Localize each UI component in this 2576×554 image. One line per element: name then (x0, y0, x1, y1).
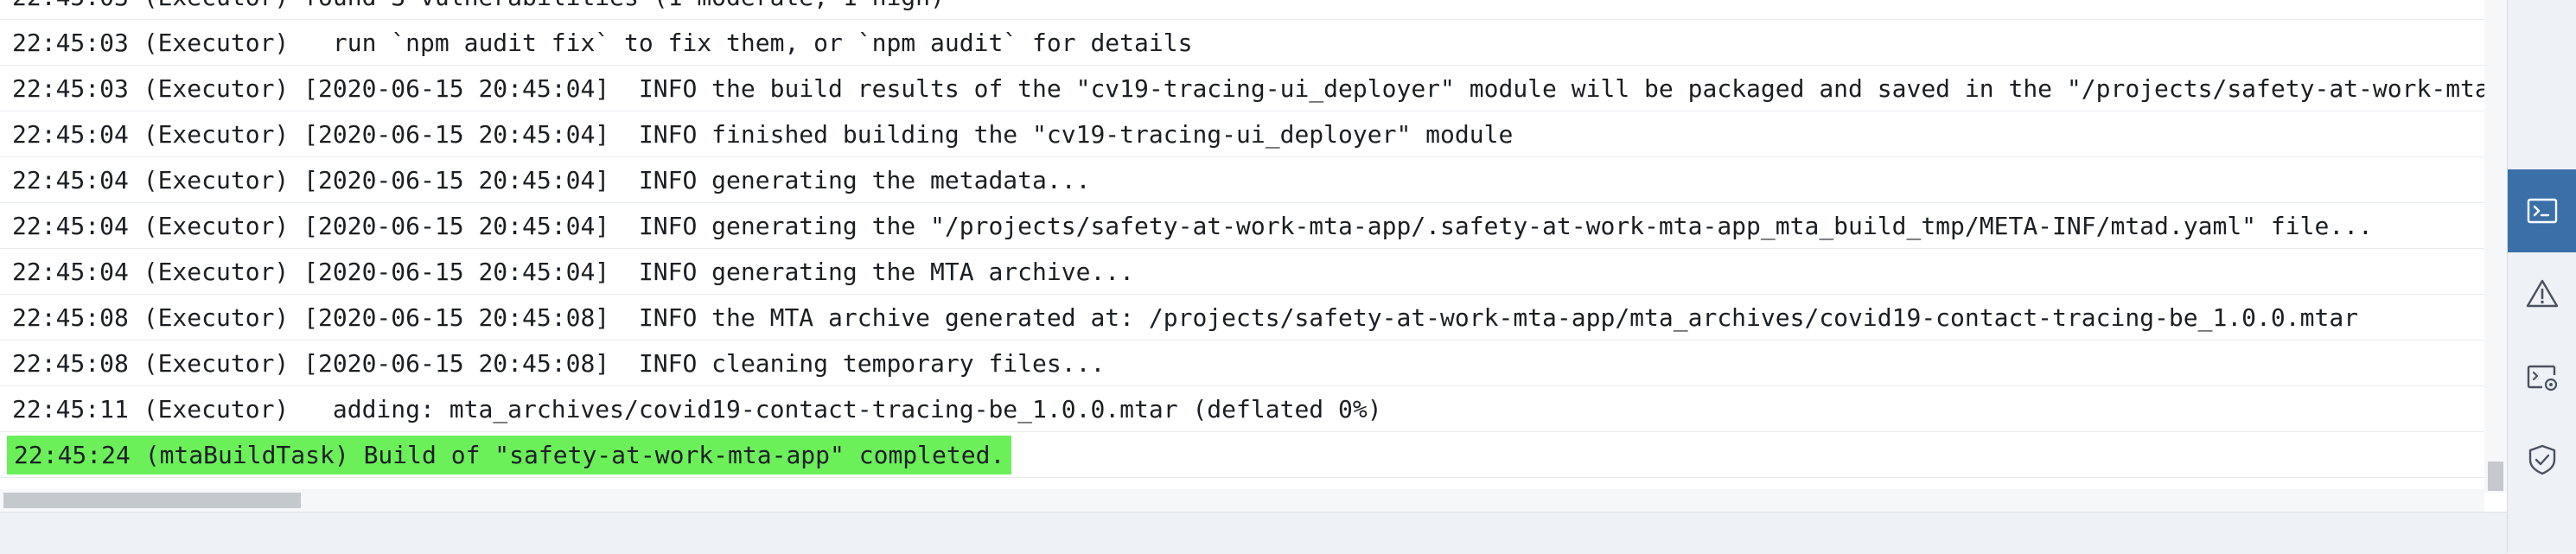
right-activity-bar (2507, 0, 2576, 553)
console-line: 22:45:08 (Executor) [2020-06-15 20:45:08… (0, 341, 2484, 386)
console-line-text: 22:45:03 (Executor) run `npm audit fix` … (12, 29, 1193, 57)
debug-console-button[interactable] (2508, 335, 2576, 418)
debug-console-icon (2527, 365, 2558, 392)
panel-bottom-strip (0, 512, 2507, 554)
build-completed-text: 22:45:24 (mtaBuildTask) Build of "safety… (7, 436, 1012, 474)
shield-check-icon (2528, 444, 2556, 475)
console-line-text: 22:45:03 (Executor) [2020-06-15 20:45:04… (12, 74, 2507, 103)
console-line: 22:45:03 (Executor) found 3 vulnerabilit… (0, 0, 2484, 20)
console-line-text: 22:45:04 (Executor) [2020-06-15 20:45:04… (12, 120, 1514, 149)
console-line-text: 22:45:11 (Executor) adding: mta_archives… (12, 395, 1382, 423)
output-panel-button[interactable] (2508, 169, 2576, 252)
horizontal-scrollbar[interactable] (0, 489, 2484, 512)
console-line-text: 22:45:03 (Executor) found 3 vulnerabilit… (12, 0, 945, 15)
problems-button[interactable] (2508, 252, 2576, 335)
console-lines: 22:45:03 (Executor) found 3 vulnerabilit… (0, 0, 2507, 478)
console-line-text: 22:45:04 (Executor) [2020-06-15 20:45:04… (12, 166, 1091, 194)
console-line: 22:45:08 (Executor) [2020-06-15 20:45:08… (0, 295, 2484, 341)
vertical-scrollbar-thumb[interactable] (2488, 462, 2503, 491)
vertical-scrollbar[interactable] (2484, 0, 2507, 493)
console-line-text: 22:45:08 (Executor) [2020-06-15 20:45:08… (12, 349, 1106, 378)
warning-icon (2526, 279, 2559, 308)
output-console: 22:45:03 (Executor) found 3 vulnerabilit… (0, 0, 2507, 512)
console-line-text: 22:45:04 (Executor) [2020-06-15 20:45:04… (12, 212, 2373, 240)
console-line: 22:45:04 (Executor) [2020-06-15 20:45:04… (0, 157, 2484, 203)
console-line-text: 22:45:08 (Executor) [2020-06-15 20:45:08… (12, 303, 2359, 332)
build-completed-line: 22:45:24 (mtaBuildTask) Build of "safety… (0, 432, 2484, 478)
security-button[interactable] (2508, 418, 2576, 501)
console-line: 22:45:11 (Executor) adding: mta_archives… (0, 386, 2484, 432)
console-line: 22:45:04 (Executor) [2020-06-15 20:45:04… (0, 203, 2484, 249)
console-line: 22:45:04 (Executor) [2020-06-15 20:45:04… (0, 249, 2484, 295)
console-line-text: 22:45:04 (Executor) [2020-06-15 20:45:04… (12, 258, 1135, 286)
console-line: 22:45:03 (Executor) [2020-06-15 20:45:04… (0, 66, 2507, 111)
console-line: 22:45:04 (Executor) [2020-06-15 20:45:04… (0, 111, 2484, 157)
console-line: 22:45:03 (Executor) run `npm audit fix` … (0, 20, 2484, 66)
horizontal-scrollbar-thumb[interactable] (3, 493, 301, 508)
terminal-icon (2527, 198, 2558, 224)
